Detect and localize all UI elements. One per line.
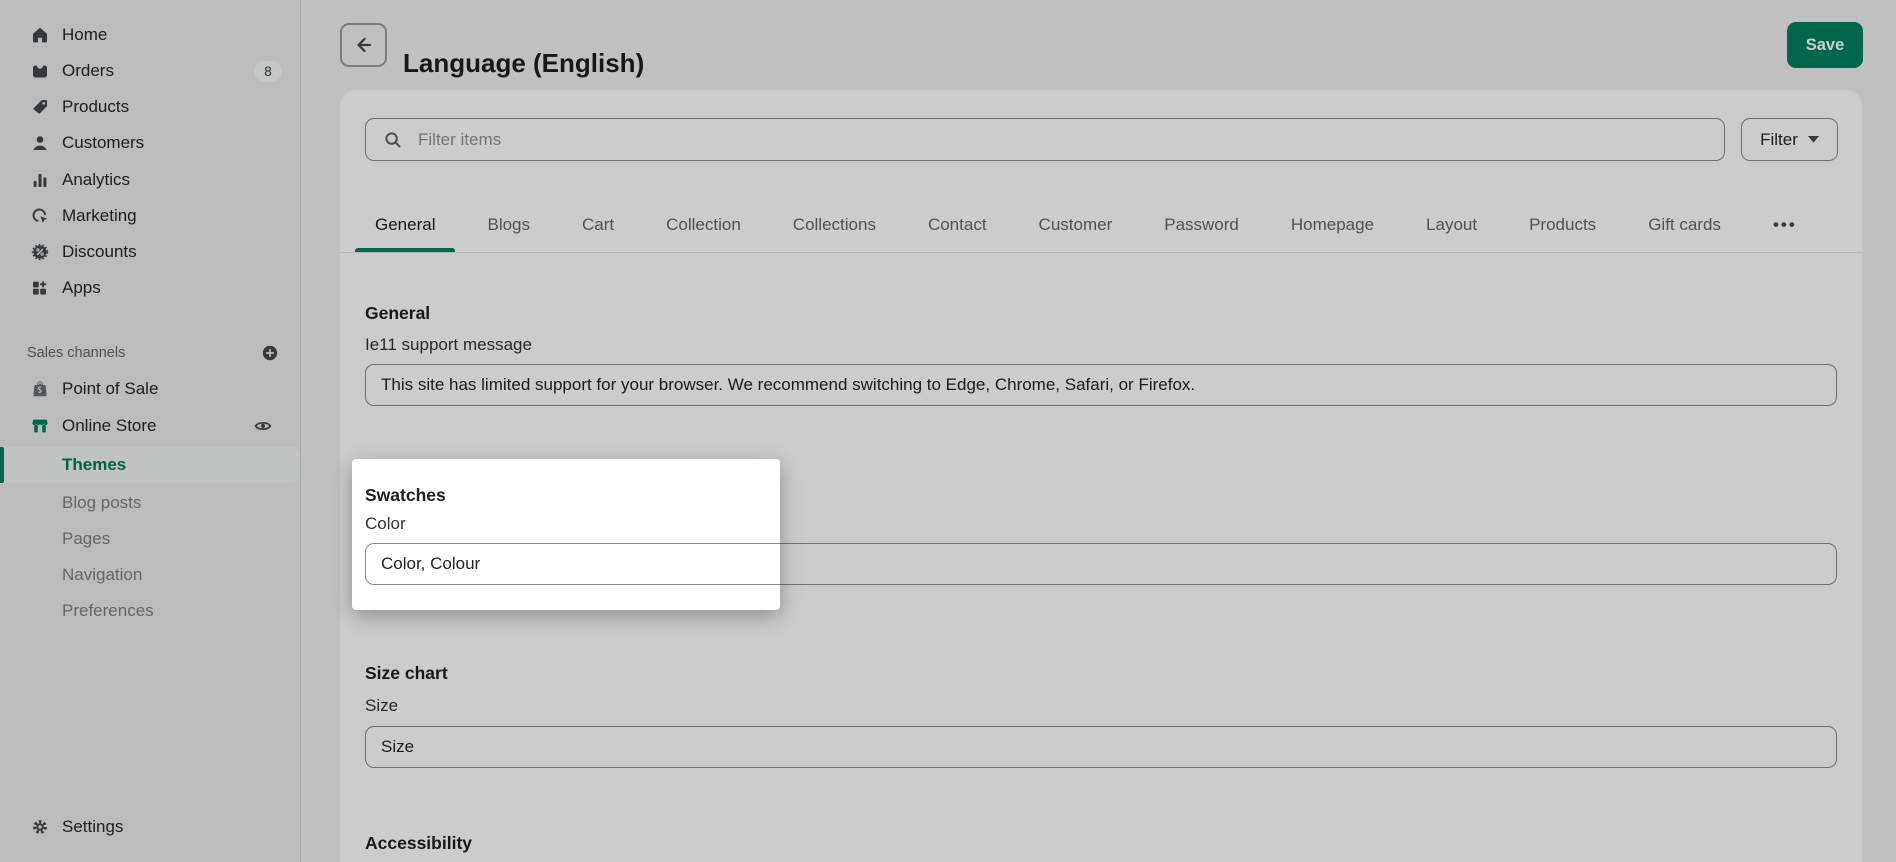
translations-card: Filter General Blogs Cart Collection Col… bbox=[340, 90, 1862, 862]
products-icon bbox=[30, 97, 50, 117]
eye-icon[interactable] bbox=[253, 416, 273, 436]
sidebar-item-label: Products bbox=[62, 97, 129, 117]
sidebar-item-online-store[interactable]: Online Store bbox=[0, 408, 300, 444]
pos-bag-icon bbox=[30, 379, 50, 399]
filter-search-box bbox=[365, 118, 1725, 161]
section-heading-general: General bbox=[365, 301, 430, 325]
customers-icon bbox=[30, 133, 50, 153]
caret-down-icon bbox=[1808, 136, 1819, 143]
sales-channels-header: Sales channels bbox=[0, 341, 300, 365]
sidebar-item-marketing[interactable]: Marketing bbox=[0, 198, 300, 234]
sidebar-item-label: Apps bbox=[62, 278, 101, 298]
subitem-label: Pages bbox=[62, 529, 110, 549]
section-heading-accessibility: Accessibility bbox=[365, 831, 472, 855]
tab-gift-cards[interactable]: Gift cards bbox=[1628, 198, 1741, 252]
subitem-label: Themes bbox=[62, 455, 126, 475]
tab-homepage[interactable]: Homepage bbox=[1271, 198, 1394, 252]
filter-button[interactable]: Filter bbox=[1741, 118, 1838, 161]
sidebar: Home Orders 8 Products Customers A bbox=[0, 0, 301, 862]
sidebar-item-products[interactable]: Products bbox=[0, 89, 300, 125]
tab-collections[interactable]: Collections bbox=[773, 198, 896, 252]
sidebar-item-label: Marketing bbox=[62, 206, 137, 226]
sidebar-item-discounts[interactable]: Discounts bbox=[0, 234, 300, 270]
shopify-admin-screen: Home Orders 8 Products Customers A bbox=[0, 0, 1896, 862]
section-heading-size-chart: Size chart bbox=[365, 661, 448, 685]
tab-cart[interactable]: Cart bbox=[562, 198, 634, 252]
tab-products[interactable]: Products bbox=[1509, 198, 1616, 252]
sidebar-item-label: Discounts bbox=[62, 242, 137, 262]
category-tabs: General Blogs Cart Collection Collection… bbox=[340, 198, 1862, 253]
plus-circle-icon[interactable] bbox=[261, 344, 279, 362]
sidebar-item-apps[interactable]: Apps bbox=[0, 270, 300, 306]
sidebar-item-home[interactable]: Home bbox=[0, 17, 300, 53]
channel-label: Online Store bbox=[62, 416, 157, 436]
subitem-label: Blog posts bbox=[62, 493, 141, 513]
home-icon bbox=[30, 25, 50, 45]
orders-count-badge: 8 bbox=[254, 61, 282, 82]
sidebar-item-label: Analytics bbox=[62, 170, 130, 190]
storefront-icon bbox=[30, 416, 50, 436]
color-input[interactable] bbox=[365, 543, 1837, 585]
sidebar-item-label: Customers bbox=[62, 133, 144, 153]
sidebar-item-settings[interactable]: Settings bbox=[0, 809, 300, 845]
section-heading-swatches: Swatches bbox=[365, 483, 446, 507]
size-label: Size bbox=[365, 694, 398, 718]
tab-collection[interactable]: Collection bbox=[646, 198, 761, 252]
marketing-icon bbox=[30, 206, 50, 226]
subitem-label: Navigation bbox=[62, 565, 142, 585]
back-button[interactable] bbox=[340, 23, 387, 67]
main-content: Language (English) Save Filter General B… bbox=[300, 0, 1896, 862]
subitem-label: Preferences bbox=[62, 601, 154, 621]
discounts-icon bbox=[30, 242, 50, 262]
settings-label: Settings bbox=[62, 817, 123, 837]
ie11-support-input[interactable] bbox=[365, 364, 1837, 406]
sidebar-item-navigation[interactable]: Navigation bbox=[0, 557, 300, 593]
search-icon bbox=[383, 130, 403, 150]
channel-label: Point of Sale bbox=[62, 379, 158, 399]
orders-icon bbox=[30, 61, 50, 81]
apps-icon bbox=[30, 278, 50, 298]
active-indicator-bar bbox=[0, 447, 4, 483]
sidebar-item-point-of-sale[interactable]: Point of Sale bbox=[0, 371, 300, 407]
save-button[interactable]: Save bbox=[1787, 22, 1863, 68]
sidebar-item-preferences[interactable]: Preferences bbox=[0, 593, 300, 629]
tab-password[interactable]: Password bbox=[1144, 198, 1259, 252]
tab-customer[interactable]: Customer bbox=[1019, 198, 1133, 252]
ie11-support-label: Ie11 support message bbox=[365, 333, 532, 357]
sales-channels-label: Sales channels bbox=[27, 345, 125, 361]
page-title: Language (English) bbox=[403, 46, 644, 80]
tab-layout[interactable]: Layout bbox=[1406, 198, 1497, 252]
analytics-icon bbox=[30, 170, 50, 190]
sidebar-item-label: Orders bbox=[62, 61, 114, 81]
arrow-left-icon bbox=[353, 34, 375, 56]
sidebar-item-label: Home bbox=[62, 25, 107, 45]
sidebar-item-analytics[interactable]: Analytics bbox=[0, 162, 300, 198]
tab-contact[interactable]: Contact bbox=[908, 198, 1007, 252]
sidebar-item-blog-posts[interactable]: Blog posts bbox=[0, 485, 300, 521]
color-label: Color bbox=[365, 512, 406, 536]
filter-button-label: Filter bbox=[1760, 130, 1798, 150]
tabs-overflow-button[interactable]: ••• bbox=[1753, 198, 1817, 252]
tab-general[interactable]: General bbox=[355, 198, 455, 252]
sidebar-item-customers[interactable]: Customers bbox=[0, 125, 300, 161]
size-input[interactable] bbox=[365, 726, 1837, 768]
gear-icon bbox=[30, 817, 50, 837]
tab-blogs[interactable]: Blogs bbox=[467, 198, 550, 252]
sidebar-item-pages[interactable]: Pages bbox=[0, 521, 300, 557]
sidebar-item-themes[interactable]: Themes bbox=[0, 447, 300, 483]
search-input[interactable] bbox=[416, 129, 1724, 151]
sidebar-item-orders[interactable]: Orders 8 bbox=[0, 53, 300, 89]
